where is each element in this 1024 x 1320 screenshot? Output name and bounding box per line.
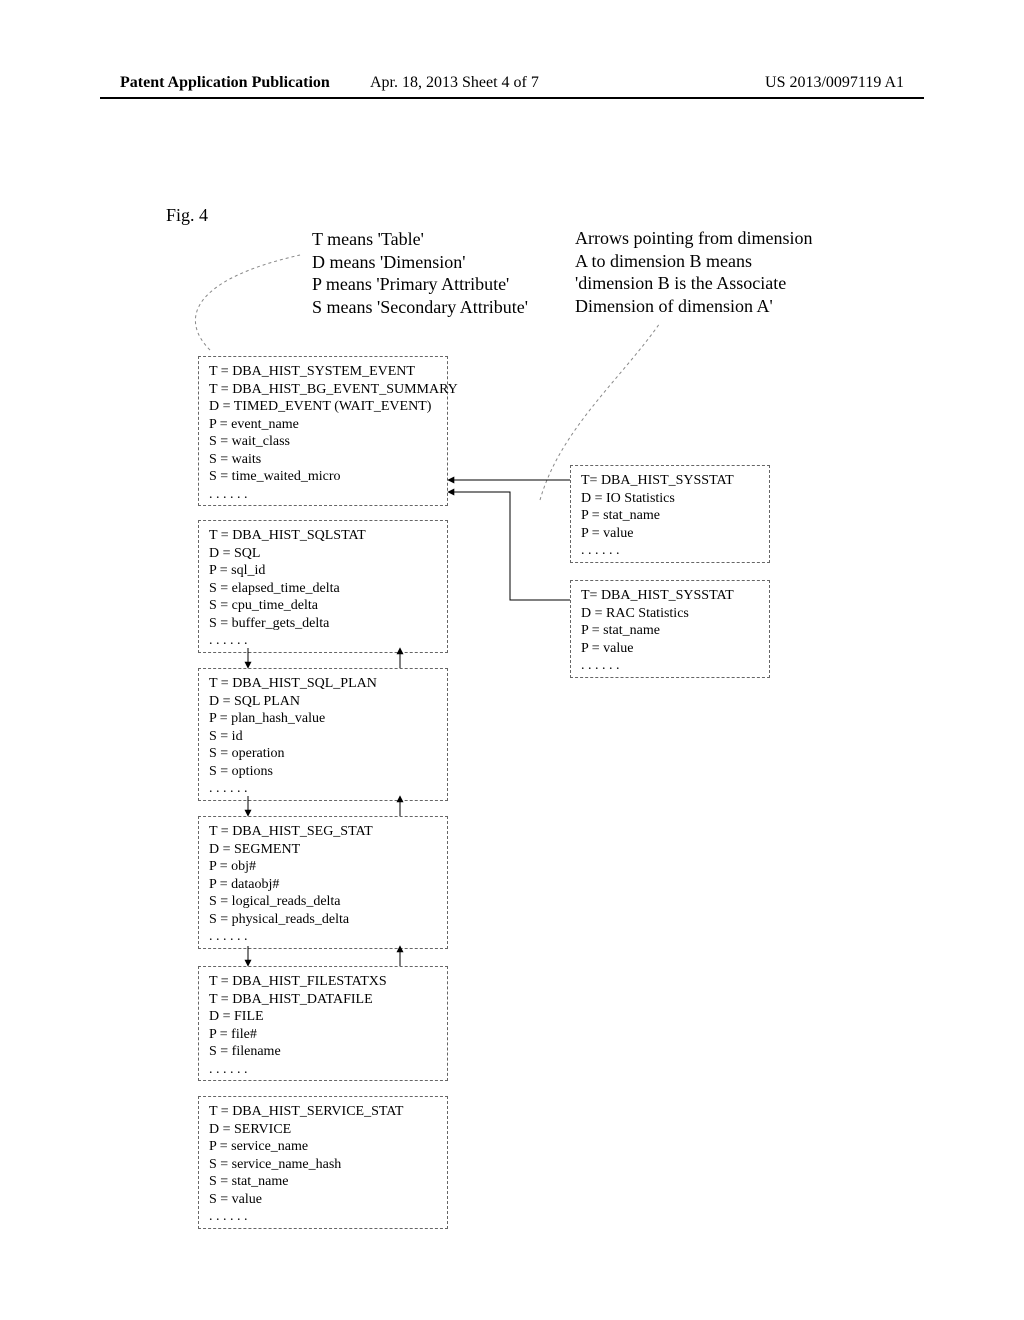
legend-line: P means 'Primary Attribute' — [312, 273, 528, 296]
box-line: D = SQL — [209, 545, 437, 563]
legend-left: T means 'Table' D means 'Dimension' P me… — [312, 228, 528, 318]
box-line: . . . . . . — [209, 780, 437, 798]
box-line: T = DBA_HIST_FILESTATXS — [209, 973, 437, 991]
box-line: S = logical_reads_delta — [209, 893, 437, 911]
callout-legend-left — [195, 255, 300, 350]
box-line: P = obj# — [209, 858, 437, 876]
box-line: P = stat_name — [581, 507, 759, 525]
box-line: T = DBA_HIST_SEG_STAT — [209, 823, 437, 841]
header-rule — [100, 97, 924, 99]
box-line: S = filename — [209, 1043, 437, 1061]
box-line: S = time_waited_micro — [209, 468, 437, 486]
box-line: P = stat_name — [581, 622, 759, 640]
box-line: S = buffer_gets_delta — [209, 615, 437, 633]
box-io-stats: T= DBA_HIST_SYSSTAT D = IO Statistics P … — [570, 465, 770, 563]
box-line: P = value — [581, 525, 759, 543]
box-line: P = service_name — [209, 1138, 437, 1156]
legend-line: D means 'Dimension' — [312, 251, 528, 274]
legend-right: Arrows pointing from dimension A to dime… — [575, 227, 885, 317]
box-sql: T = DBA_HIST_SQLSTAT D = SQL P = sql_id … — [198, 520, 448, 653]
box-line: T= DBA_HIST_SYSSTAT — [581, 472, 759, 490]
box-line: T = DBA_HIST_SYSTEM_EVENT — [209, 363, 437, 381]
box-line: P = sql_id — [209, 562, 437, 580]
box-line: T = DBA_HIST_BG_EVENT_SUMMARY — [209, 381, 437, 399]
box-file: T = DBA_HIST_FILESTATXS T = DBA_HIST_DAT… — [198, 966, 448, 1081]
box-line: . . . . . . — [209, 632, 437, 650]
box-sql-plan: T = DBA_HIST_SQL_PLAN D = SQL PLAN P = p… — [198, 668, 448, 801]
header-right: US 2013/0097119 A1 — [765, 74, 904, 92]
header-left: Patent Application Publication — [120, 74, 330, 92]
box-line: . . . . . . — [209, 1061, 437, 1079]
box-line: S = value — [209, 1191, 437, 1209]
legend-line: A to dimension B means — [575, 250, 885, 273]
box-line: S = cpu_time_delta — [209, 597, 437, 615]
box-line: . . . . . . — [209, 928, 437, 946]
box-line: D = FILE — [209, 1008, 437, 1026]
diagram-overlay — [0, 0, 1024, 1320]
box-line: S = elapsed_time_delta — [209, 580, 437, 598]
box-line: T = DBA_HIST_SERVICE_STAT — [209, 1103, 437, 1121]
box-line: D = SEGMENT — [209, 841, 437, 859]
box-line: S = operation — [209, 745, 437, 763]
legend-line: 'dimension B is the Associate — [575, 272, 885, 295]
box-line: . . . . . . — [581, 657, 759, 675]
box-line: D = TIMED_EVENT (WAIT_EVENT) — [209, 398, 437, 416]
box-line: T= DBA_HIST_SYSSTAT — [581, 587, 759, 605]
arrow-rac-to-event — [448, 492, 570, 600]
box-line: D = IO Statistics — [581, 490, 759, 508]
box-line: D = SQL PLAN — [209, 693, 437, 711]
legend-line: T means 'Table' — [312, 228, 528, 251]
legend-line: S means 'Secondary Attribute' — [312, 296, 528, 319]
box-timed-event: T = DBA_HIST_SYSTEM_EVENT T = DBA_HIST_B… — [198, 356, 448, 506]
box-line: P = file# — [209, 1026, 437, 1044]
box-line: T = DBA_HIST_DATAFILE — [209, 991, 437, 1009]
box-rac-stats: T= DBA_HIST_SYSSTAT D = RAC Statistics P… — [570, 580, 770, 678]
box-line: S = service_name_hash — [209, 1156, 437, 1174]
box-line: P = plan_hash_value — [209, 710, 437, 728]
box-line: . . . . . . — [209, 1208, 437, 1226]
box-line: P = value — [581, 640, 759, 658]
legend-line: Arrows pointing from dimension — [575, 227, 885, 250]
box-line: T = DBA_HIST_SQL_PLAN — [209, 675, 437, 693]
box-line: . . . . . . — [209, 486, 437, 504]
box-line: S = physical_reads_delta — [209, 911, 437, 929]
box-line: . . . . . . — [581, 542, 759, 560]
box-service: T = DBA_HIST_SERVICE_STAT D = SERVICE P … — [198, 1096, 448, 1229]
box-line: S = id — [209, 728, 437, 746]
box-line: P = event_name — [209, 416, 437, 434]
figure-label: Fig. 4 — [166, 205, 208, 226]
box-line: S = wait_class — [209, 433, 437, 451]
box-line: S = waits — [209, 451, 437, 469]
box-line: S = stat_name — [209, 1173, 437, 1191]
header-date: Apr. 18, 2013 Sheet 4 of 7 — [370, 74, 539, 92]
box-line: S = options — [209, 763, 437, 781]
box-line: T = DBA_HIST_SQLSTAT — [209, 527, 437, 545]
box-line: P = dataobj# — [209, 876, 437, 894]
box-line: D = RAC Statistics — [581, 605, 759, 623]
box-line: D = SERVICE — [209, 1121, 437, 1139]
legend-line: Dimension of dimension A' — [575, 295, 885, 318]
box-segment: T = DBA_HIST_SEG_STAT D = SEGMENT P = ob… — [198, 816, 448, 949]
